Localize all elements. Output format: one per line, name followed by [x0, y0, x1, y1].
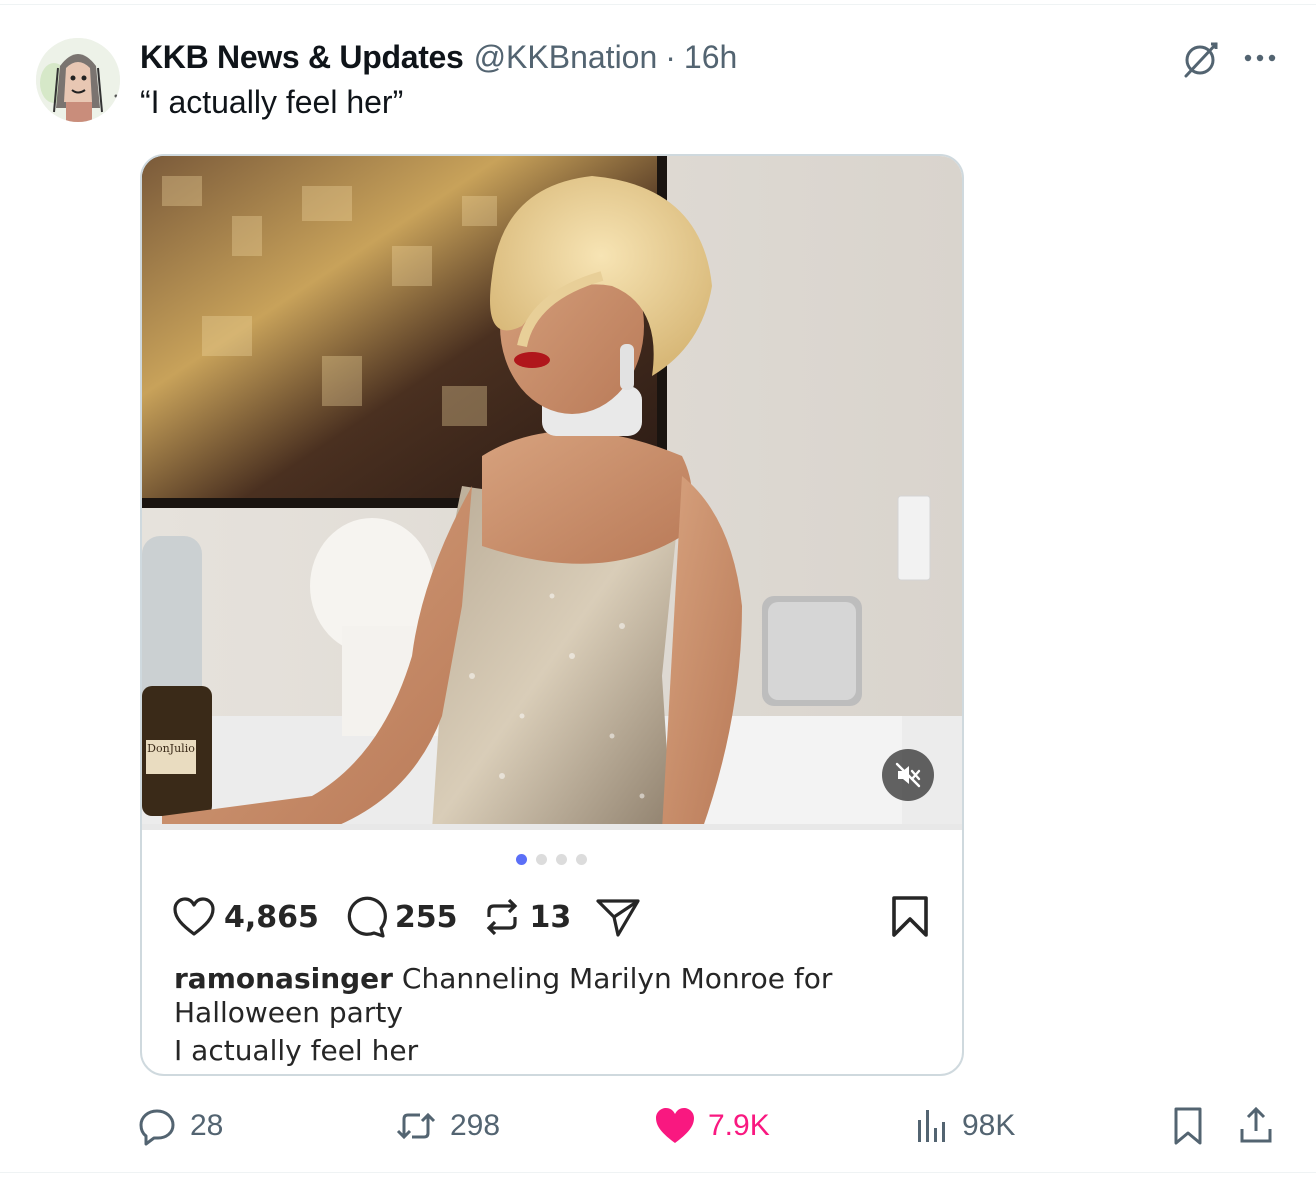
retweet-count: 298 [450, 1109, 501, 1142]
carousel-dot[interactable] [576, 854, 587, 865]
share-icon [1240, 1106, 1272, 1143]
mute-icon [895, 762, 921, 788]
heart-icon [173, 897, 215, 936]
caption-username[interactable]: ramonasinger [174, 962, 393, 995]
embedded-like-count: 4,865 [224, 899, 319, 935]
repost-icon [486, 898, 517, 936]
embedded-repost-count: 13 [529, 899, 572, 935]
bookmark-icon [892, 896, 928, 937]
more-options-button[interactable] [1236, 36, 1284, 82]
comment-icon [347, 896, 387, 938]
embedded-comment-button[interactable]: 255 [343, 895, 458, 939]
reply-count: 28 [190, 1109, 224, 1142]
mute-button[interactable] [882, 749, 934, 801]
embedded-save-button[interactable] [884, 890, 936, 944]
retweet-icon [396, 1112, 436, 1140]
tweet-text: “I actually feel her” [140, 84, 404, 120]
media-card[interactable]: DonJulio 4,865 255 13 ramonasinger Chann… [140, 154, 964, 1076]
reply-button[interactable]: 28 [136, 1100, 223, 1152]
views-count: 98K [962, 1109, 1016, 1142]
bottle-label: DonJulio [147, 742, 195, 755]
bookmark-icon [1174, 1107, 1202, 1145]
display-name[interactable]: KKB News & Updates [140, 39, 464, 76]
carousel-indicator [516, 854, 587, 865]
post-photo[interactable]: DonJulio [142, 156, 962, 830]
bookmark-button[interactable] [1168, 1100, 1208, 1152]
more-icon [1244, 54, 1276, 62]
header-separator: · [665, 38, 676, 75]
carousel-dot[interactable] [536, 854, 547, 865]
like-count: 7.9K [708, 1109, 770, 1142]
like-button[interactable]: 7.9K [654, 1100, 770, 1152]
grok-icon [1184, 42, 1218, 78]
tweet-header: KKB News & Updates @KKBnation · 16h [140, 36, 737, 78]
bottom-divider [0, 1172, 1316, 1173]
retweet-button[interactable]: 298 [394, 1100, 500, 1152]
avatar[interactable] [36, 38, 120, 122]
embedded-comment-count: 255 [394, 899, 458, 935]
user-handle[interactable]: @KKBnation [474, 39, 658, 76]
top-divider [0, 4, 1316, 5]
like-icon [656, 1108, 694, 1143]
carousel-dot[interactable] [516, 854, 527, 865]
avatar-illustration [36, 38, 120, 122]
embedded-repost-button[interactable]: 13 [482, 895, 572, 939]
caption-second-line: I actually feel her [174, 1034, 419, 1067]
embedded-share-button[interactable] [595, 896, 641, 938]
send-icon [596, 899, 640, 937]
views-button[interactable]: 98K [914, 1100, 1015, 1152]
grok-button[interactable] [1176, 36, 1224, 82]
embedded-like-button[interactable]: 4,865 [172, 897, 319, 937]
tweet-timestamp[interactable]: 16h [684, 39, 737, 76]
embedded-post-actions: 4,865 255 13 [172, 890, 665, 944]
embedded-caption: ramonasinger Channeling Marilyn Monroe f… [174, 962, 944, 1030]
carousel-dot[interactable] [556, 854, 567, 865]
share-button[interactable] [1236, 1100, 1276, 1152]
views-icon [918, 1110, 945, 1142]
tweet-action-bar: 28 298 7.9K 98K [136, 1100, 1286, 1152]
reply-icon [139, 1109, 175, 1146]
